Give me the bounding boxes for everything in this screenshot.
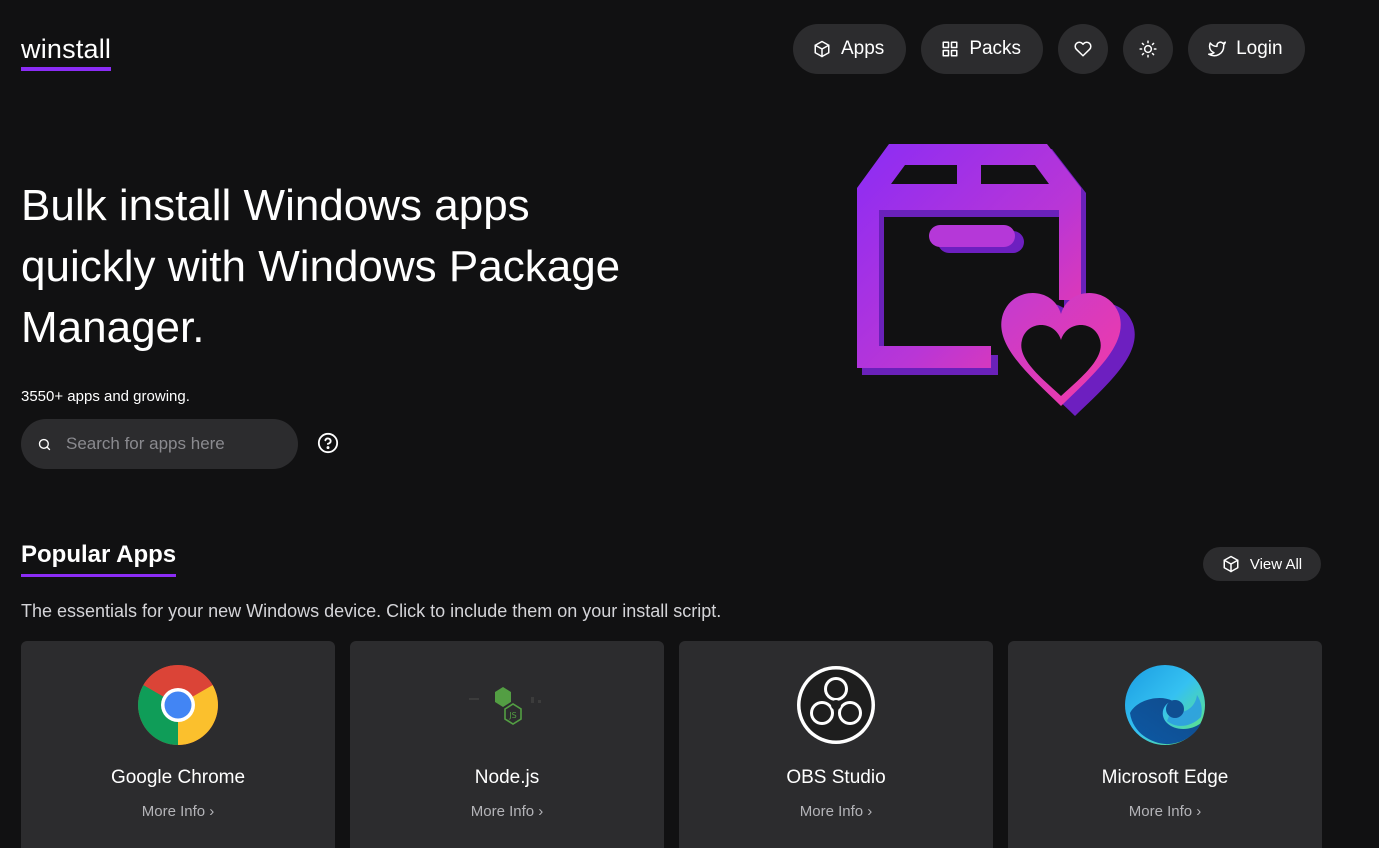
grid-icon — [942, 41, 958, 57]
more-info-link[interactable]: More Info › — [350, 803, 664, 820]
sun-icon — [1139, 40, 1157, 58]
cube-icon — [814, 40, 830, 58]
login-label: Login — [1236, 38, 1283, 59]
app-name: Node.js — [474, 767, 540, 788]
apps-nav-button[interactable]: Apps — [793, 24, 907, 74]
popular-apps-list: Google Chrome More Info › JS Node.js Mor… — [21, 641, 1322, 848]
box-heart-illustration — [857, 144, 1135, 416]
app-name: OBS Studio — [786, 767, 886, 788]
cube-icon — [1223, 555, 1239, 573]
view-all-label: View All — [1249, 555, 1303, 573]
heart-icon — [1074, 41, 1092, 57]
popular-apps-description: The essentials for your new Windows devi… — [21, 601, 722, 621]
app-name: Google Chrome — [110, 767, 246, 788]
more-info-link[interactable]: More Info › — [679, 803, 993, 820]
app-count-text: 3550+ apps and growing. — [21, 388, 190, 405]
popular-apps-title: Popular Apps — [21, 540, 177, 577]
site-logo[interactable]: winstall — [21, 32, 112, 71]
nodejs-icon: JS — [469, 687, 541, 725]
apps-nav-label: Apps — [841, 38, 885, 59]
app-card-nodejs[interactable]: JS Node.js More Info › — [350, 641, 664, 848]
top-nav: Apps Packs Login — [793, 24, 1305, 74]
packs-nav-label: Packs — [969, 38, 1022, 59]
app-name: Microsoft Edge — [1101, 767, 1229, 788]
login-button[interactable]: Login — [1188, 24, 1305, 74]
more-info-link[interactable]: More Info › — [21, 803, 335, 820]
more-info-link[interactable]: More Info › — [1008, 803, 1322, 820]
theme-toggle-button[interactable] — [1123, 24, 1174, 74]
search-input[interactable] — [66, 434, 266, 454]
svg-text:JS: JS — [508, 711, 516, 720]
hero-title: Bulk install Windows apps quickly with W… — [21, 181, 621, 352]
app-card-microsoft-edge[interactable]: Microsoft Edge More Info › — [1008, 641, 1322, 848]
search-icon — [38, 438, 51, 450]
obs-icon — [797, 666, 875, 744]
twitter-icon — [1208, 41, 1227, 57]
app-card-google-chrome[interactable]: Google Chrome More Info › — [21, 641, 335, 848]
packs-nav-button[interactable]: Packs — [921, 24, 1044, 74]
help-button[interactable] — [317, 432, 339, 454]
view-all-button[interactable]: View All — [1203, 547, 1321, 581]
favorites-button[interactable] — [1058, 24, 1109, 74]
search-bar[interactable] — [21, 419, 298, 469]
app-card-obs-studio[interactable]: OBS Studio More Info › — [679, 641, 993, 848]
chrome-icon — [138, 665, 218, 745]
edge-icon — [1125, 665, 1205, 745]
question-icon — [317, 432, 339, 454]
page: winstall Apps Packs Login Bulk install W… — [0, 0, 1379, 848]
